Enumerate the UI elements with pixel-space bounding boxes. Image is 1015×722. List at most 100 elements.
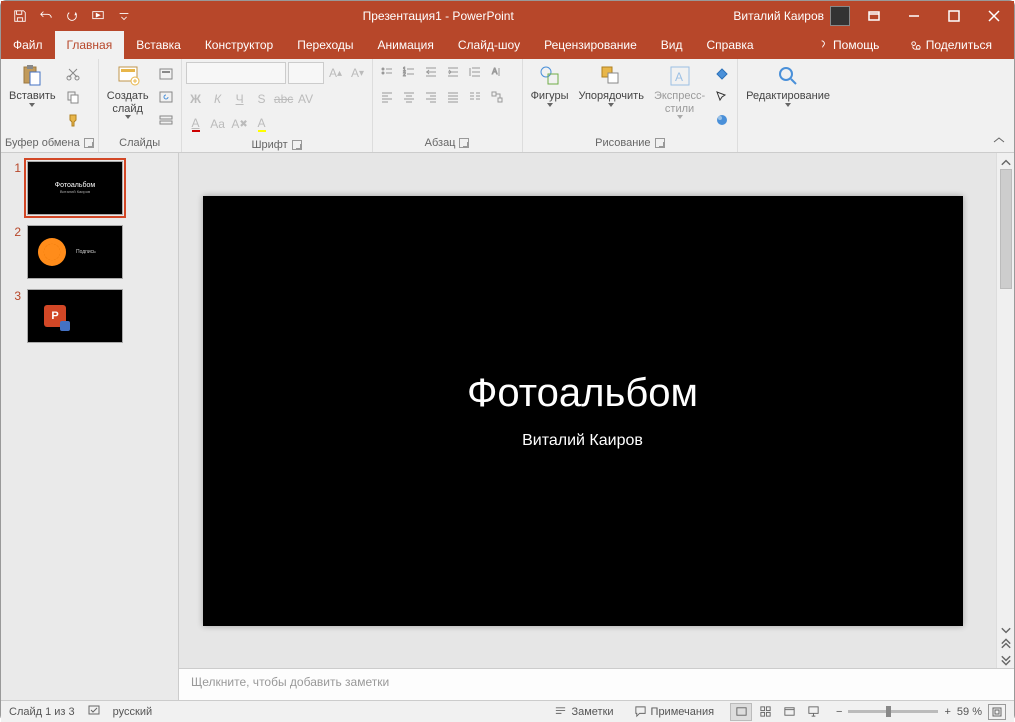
copy-button[interactable] — [62, 87, 84, 107]
decrease-indent-button[interactable] — [421, 62, 441, 82]
new-slide-button[interactable]: Создать слайд — [103, 62, 153, 121]
tab-review[interactable]: Рецензирование — [532, 31, 649, 59]
zoom-in-button[interactable]: + — [944, 706, 950, 718]
undo-button[interactable] — [35, 5, 57, 27]
collapse-ribbon-button[interactable] — [990, 134, 1008, 148]
zoom-out-button[interactable]: − — [836, 706, 842, 718]
tab-slideshow[interactable]: Слайд-шоу — [446, 31, 532, 59]
align-left-button[interactable] — [377, 87, 397, 107]
section-button[interactable] — [155, 110, 177, 130]
bold-button[interactable]: Ж — [186, 89, 206, 109]
columns-button[interactable] — [465, 87, 485, 107]
dialog-launcher-paragraph[interactable] — [459, 138, 469, 148]
shape-effects-button[interactable] — [711, 110, 733, 130]
tab-animations[interactable]: Анимация — [366, 31, 446, 59]
font-family-select[interactable] — [186, 62, 286, 84]
highlight-button[interactable]: A — [252, 114, 272, 134]
save-button[interactable] — [9, 5, 31, 27]
notes-toggle-button[interactable]: Заметки — [550, 705, 617, 718]
strike-button[interactable]: abc — [274, 89, 294, 109]
minimize-button[interactable] — [894, 1, 934, 31]
user-area[interactable]: Виталий Каиров — [733, 6, 854, 26]
tab-design[interactable]: Конструктор — [193, 31, 285, 59]
notes-pane[interactable]: Щелкните, чтобы добавить заметки — [179, 668, 1014, 700]
dialog-launcher-font[interactable] — [292, 140, 302, 150]
italic-button[interactable]: К — [208, 89, 228, 109]
arrange-button[interactable]: Упорядочить — [574, 62, 647, 109]
increase-indent-button[interactable] — [443, 62, 463, 82]
comments-button[interactable]: Примечания — [630, 705, 719, 718]
scroll-up-button[interactable] — [999, 155, 1013, 169]
tab-file[interactable]: Файл — [1, 31, 55, 59]
font-size-select[interactable] — [288, 62, 324, 84]
smartart-button[interactable] — [487, 87, 507, 107]
slide-canvas[interactable]: Фотоальбом Виталий Каиров — [179, 153, 996, 668]
tab-help[interactable]: Справка — [694, 31, 765, 59]
close-button[interactable] — [974, 1, 1014, 31]
font-color-button[interactable]: A — [186, 114, 206, 134]
bullets-button[interactable] — [377, 62, 397, 82]
language-indicator[interactable]: русский — [113, 706, 152, 718]
tab-home[interactable]: Главная — [55, 31, 125, 59]
zoom-handle[interactable] — [886, 706, 891, 717]
dialog-launcher-drawing[interactable] — [655, 138, 665, 148]
spell-check-icon[interactable] — [87, 703, 101, 720]
quick-styles-button[interactable]: A Экспресс- стили — [650, 62, 709, 121]
qat-customize-button[interactable] — [113, 5, 135, 27]
shape-outline-button[interactable] — [711, 87, 733, 107]
next-slide-button[interactable] — [999, 652, 1013, 666]
align-center-button[interactable] — [399, 87, 419, 107]
reset-button[interactable] — [155, 87, 177, 107]
layout-button[interactable] — [155, 64, 177, 84]
increase-font-button[interactable]: A▴ — [326, 63, 346, 83]
normal-view-button[interactable] — [730, 703, 752, 721]
redo-button[interactable] — [61, 5, 83, 27]
ribbon-display-button[interactable] — [854, 1, 894, 31]
sorter-view-button[interactable] — [754, 703, 776, 721]
slide-thumbnail-3[interactable]: P — [27, 289, 123, 343]
line-spacing-button[interactable] — [465, 62, 485, 82]
scroll-down-button[interactable] — [999, 624, 1013, 638]
text-direction-button[interactable]: A — [487, 62, 507, 82]
editing-button[interactable]: Редактирование — [742, 62, 834, 109]
maximize-button[interactable] — [934, 1, 974, 31]
fit-to-window-button[interactable] — [988, 704, 1006, 720]
reading-view-button[interactable] — [778, 703, 800, 721]
slide-thumbnail-1[interactable]: Фотоальбом Виталий Каиров — [27, 161, 123, 215]
tab-view[interactable]: Вид — [649, 31, 695, 59]
shadow-button[interactable]: S — [252, 89, 272, 109]
vertical-scrollbar[interactable] — [996, 153, 1014, 668]
prev-slide-button[interactable] — [999, 638, 1013, 652]
shape-fill-button[interactable] — [711, 64, 733, 84]
slide-thumbnail-pane[interactable]: 1 Фотоальбом Виталий Каиров 2 Подпись 3 … — [1, 153, 179, 700]
clear-formatting-button[interactable]: A✖ — [230, 114, 250, 134]
slide[interactable]: Фотоальбом Виталий Каиров — [203, 196, 963, 626]
format-painter-button[interactable] — [62, 110, 84, 130]
slide-thumbnail-2[interactable]: Подпись — [27, 225, 123, 279]
slide-title[interactable]: Фотоальбом — [467, 371, 698, 416]
justify-button[interactable] — [443, 87, 463, 107]
start-from-beginning-button[interactable] — [87, 5, 109, 27]
slide-subtitle[interactable]: Виталий Каиров — [522, 432, 643, 450]
numbering-button[interactable]: 12 — [399, 62, 419, 82]
avatar[interactable] — [830, 6, 850, 26]
slide-counter[interactable]: Слайд 1 из 3 — [9, 706, 75, 718]
shapes-button[interactable]: Фигуры — [527, 62, 573, 109]
dialog-launcher-clipboard[interactable] — [84, 138, 94, 148]
tab-insert[interactable]: Вставка — [124, 31, 193, 59]
tell-me-button[interactable]: Помощь — [805, 38, 892, 52]
cut-button[interactable] — [62, 64, 84, 84]
underline-button[interactable]: Ч — [230, 89, 250, 109]
share-button[interactable]: Поделиться — [897, 38, 1004, 52]
change-case-button[interactable]: Aa — [208, 114, 228, 134]
slideshow-view-button[interactable] — [802, 703, 824, 721]
zoom-level[interactable]: 59 % — [957, 706, 982, 718]
zoom-slider[interactable] — [848, 710, 938, 713]
char-spacing-button[interactable]: AV — [296, 89, 316, 109]
paste-button[interactable]: Вставить — [5, 62, 60, 109]
scroll-track[interactable] — [997, 169, 1014, 624]
decrease-font-button[interactable]: A▾ — [348, 63, 368, 83]
scroll-handle[interactable] — [1000, 169, 1012, 289]
align-right-button[interactable] — [421, 87, 441, 107]
tab-transitions[interactable]: Переходы — [285, 31, 365, 59]
